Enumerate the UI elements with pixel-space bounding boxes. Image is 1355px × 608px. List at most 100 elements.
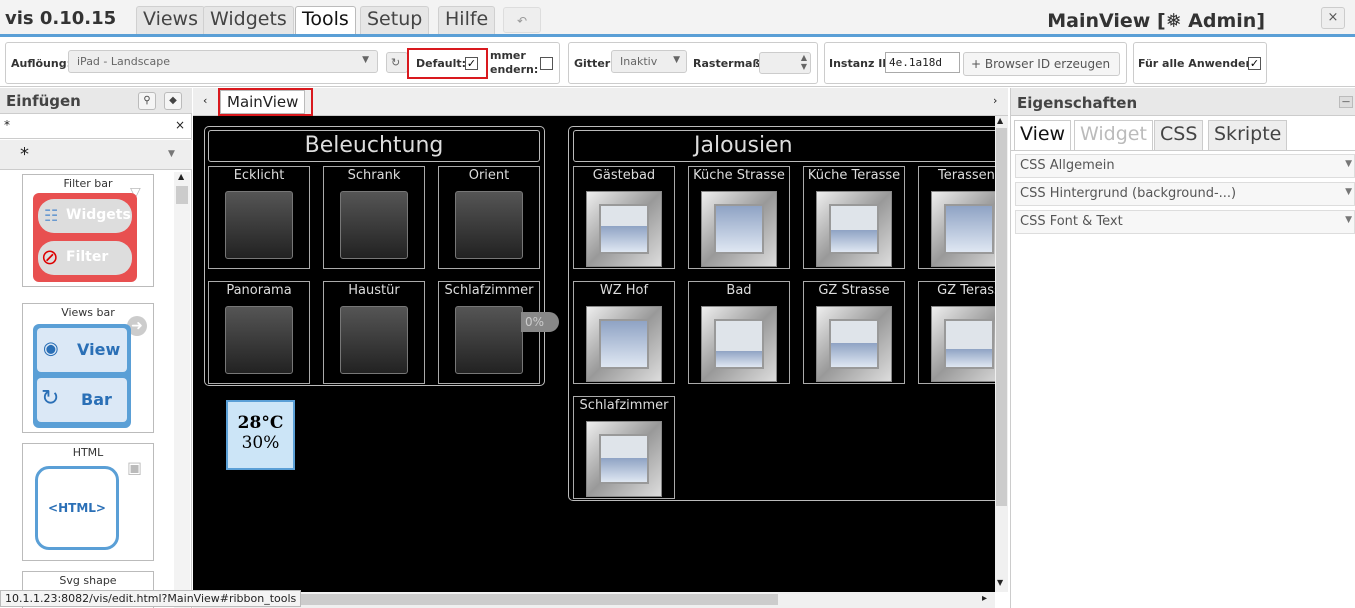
blind-label: Schlafzimmer	[579, 398, 669, 413]
preview-html: <HTML>	[35, 466, 119, 550]
section-css-hintergrund[interactable]: CSS Hintergrund (background-...) ▼	[1015, 182, 1355, 206]
tab-widget[interactable]: Widget	[1074, 120, 1153, 150]
chevron-up-icon: ▲	[178, 172, 185, 181]
dimmer-value[interactable]: 0%	[521, 312, 559, 332]
section-css-allgemein[interactable]: CSS Allgemein ▼	[1015, 154, 1355, 178]
app-title: vis 0.10.15	[5, 8, 117, 29]
grid-value: Inaktiv	[620, 55, 658, 68]
tab-tools[interactable]: Tools	[295, 6, 356, 34]
browser-id-button[interactable]: + Browser ID erzeugen	[963, 52, 1120, 76]
bulb-icon	[225, 306, 293, 374]
scroll-thumb[interactable]	[996, 128, 1007, 506]
blind-tile[interactable]: Schlafzimmer	[573, 396, 675, 499]
light-tile[interactable]: Schlafzimmer	[438, 281, 540, 384]
blind-label: Küche Strasse	[693, 168, 785, 183]
beleuchtung-title: Beleuchtung	[208, 130, 540, 162]
all-users-group: Für alle Anwender: ✓	[1133, 42, 1267, 84]
refresh-button[interactable]: ↻	[386, 52, 408, 73]
chevron-down-icon: ▼	[1345, 187, 1352, 197]
close-button[interactable]: ×	[1321, 7, 1345, 29]
all-users-checkbox[interactable]: ✓	[1248, 57, 1261, 70]
tab-css[interactable]: CSS	[1154, 120, 1204, 150]
tab-skripte[interactable]: Skripte	[1208, 120, 1288, 150]
search-button[interactable]: ⚲	[138, 92, 156, 110]
grid-label: Gitter	[574, 57, 611, 70]
properties-title: Eigenschaften	[1017, 94, 1138, 112]
scroll-thumb[interactable]	[283, 594, 778, 605]
raster-stepper[interactable]: ▲ ▼	[759, 52, 811, 74]
raster-label: Rastermaß:	[693, 57, 765, 70]
view-title: MainView [❅ Admin]	[1047, 10, 1265, 32]
clear-icon[interactable]: ×	[175, 118, 185, 132]
always-checkbox[interactable]	[540, 57, 553, 70]
undo-icon: ↶	[516, 14, 528, 28]
widget-card-views-bar[interactable]: Views bar ➜ View ◉ Bar ↻	[22, 303, 154, 433]
blind-icon	[586, 191, 662, 267]
refresh-icon: ↻	[41, 386, 60, 411]
blind-tile[interactable]: Küche Terasse	[803, 166, 905, 269]
blind-tile[interactable]: WZ Hof	[573, 281, 675, 384]
all-users-label: Für alle Anwender:	[1138, 57, 1256, 70]
light-tile[interactable]: Orient	[438, 166, 540, 269]
light-tile[interactable]: Schrank	[323, 166, 425, 269]
widget-card-html[interactable]: HTML ▣ <HTML>	[22, 443, 154, 561]
blind-icon	[816, 191, 892, 267]
blind-label: Gästebad	[592, 168, 656, 183]
image-icon: ▣	[127, 458, 143, 477]
always-label-2: endern:	[490, 63, 539, 76]
widget-set-select[interactable]: * ▼	[0, 140, 192, 170]
tab-views[interactable]: Views	[136, 6, 205, 34]
scroll-thumb[interactable]	[176, 186, 188, 204]
grid-select[interactable]: Inaktiv ▼	[611, 50, 687, 73]
chevron-down-icon: ▼	[168, 149, 175, 159]
blind-tile[interactable]: Küche Strasse	[688, 166, 790, 269]
tab-view[interactable]: View	[1014, 120, 1072, 150]
bulb-icon	[225, 191, 293, 259]
light-label: Ecklicht	[233, 168, 285, 183]
light-tile[interactable]: Panorama	[208, 281, 310, 384]
light-tile[interactable]: Ecklicht	[208, 166, 310, 269]
divider	[1011, 150, 1355, 151]
blind-tile[interactable]: Bad	[688, 281, 790, 384]
chevron-left-icon[interactable]: ‹	[203, 94, 207, 107]
search-icon: ⚲	[143, 95, 151, 106]
widget-card-filter-bar[interactable]: Filter bar ▽ Widgets ☷ Filter ⊘	[22, 174, 154, 287]
tag-button[interactable]: ◆	[164, 92, 182, 110]
chevron-down-icon: ▼	[673, 55, 680, 65]
properties-panel: Eigenschaften — View Widget CSS Skripte …	[1010, 88, 1355, 608]
tab-widgets[interactable]: Widgets	[203, 6, 294, 34]
blind-tile[interactable]: Terassent	[918, 166, 995, 269]
blind-label: Bad	[726, 283, 752, 298]
filter-bar-preview: Widgets ☷ Filter ⊘	[33, 193, 137, 282]
undo-button[interactable]: ↶	[503, 7, 541, 33]
blind-tile[interactable]: Gästebad	[573, 166, 675, 269]
light-tile[interactable]: Haustür	[323, 281, 425, 384]
section-label: CSS Allgemein	[1020, 158, 1115, 173]
tab-hilfe[interactable]: Hilfe	[438, 6, 496, 34]
blind-icon	[931, 191, 995, 267]
light-label: Schrank	[347, 168, 401, 183]
canvas-horizontal-scrollbar[interactable]: ▸	[193, 592, 995, 608]
blind-icon	[586, 421, 662, 497]
widget-set-value: *	[20, 144, 29, 165]
instance-input[interactable]: 4e.1a18d	[885, 52, 960, 73]
chevron-right-icon: ▸	[982, 593, 988, 604]
blind-label: GZ Strasse	[818, 283, 890, 298]
chevron-right-icon[interactable]: ›	[993, 94, 997, 107]
temperature-widget[interactable]: 28°C 30%	[226, 400, 295, 470]
blind-tile[interactable]: GZ Terass	[918, 281, 995, 384]
filter-input[interactable]: *	[4, 118, 10, 132]
view-tabs-bar: ‹ MainView ›	[193, 88, 1008, 116]
canvas-vertical-scrollbar[interactable]: ▲ ▼	[995, 116, 1008, 592]
blind-label: WZ Hof	[599, 283, 649, 298]
lock-icon: ◉	[43, 338, 59, 359]
resolution-select[interactable]: iPad - Landscape ▼	[68, 50, 378, 73]
collapse-icon[interactable]: —	[1339, 96, 1353, 108]
tab-setup[interactable]: Setup	[360, 6, 430, 34]
section-css-font[interactable]: CSS Font & Text ▼	[1015, 210, 1355, 234]
bulb-icon	[340, 306, 408, 374]
view-canvas[interactable]: Beleuchtung Ecklicht Schrank Orient Pano…	[193, 116, 995, 592]
left-scrollbar[interactable]: ▲	[174, 172, 190, 608]
properties-header: Eigenschaften —	[1011, 88, 1355, 116]
blind-tile[interactable]: GZ Strasse	[803, 281, 905, 384]
